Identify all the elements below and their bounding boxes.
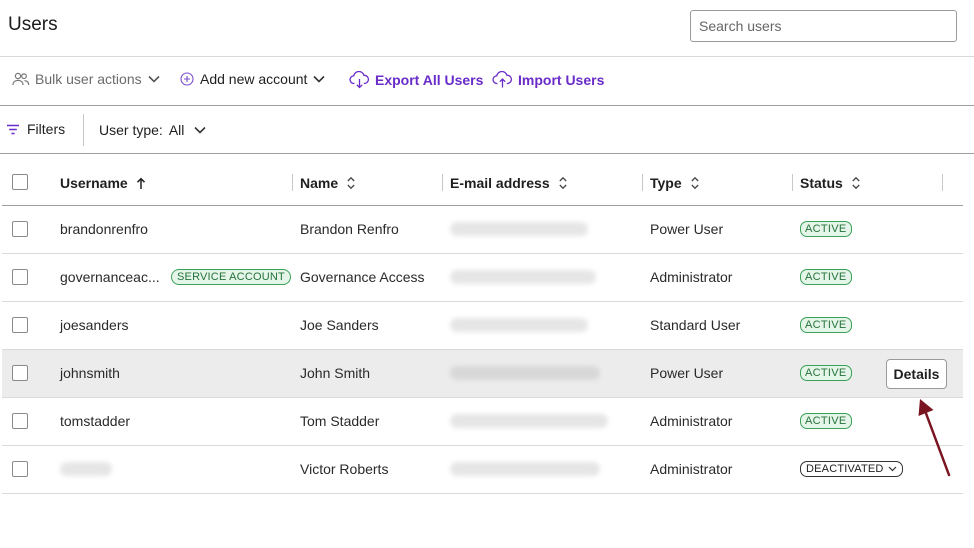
username-cell-redacted xyxy=(60,462,112,476)
table-row[interactable]: tomstadder Tom Stadder Administrator ACT… xyxy=(2,398,963,446)
column-header-name[interactable]: Name xyxy=(300,175,356,191)
column-separator xyxy=(942,174,943,191)
chevron-down-icon xyxy=(888,466,897,472)
name-cell: John Smith xyxy=(300,365,371,381)
column-separator xyxy=(642,174,643,191)
search-input[interactable] xyxy=(690,10,957,42)
filter-icon xyxy=(7,124,19,134)
user-type-label: User type: xyxy=(99,122,163,138)
row-checkbox[interactable] xyxy=(12,413,28,429)
user-type-dropdown[interactable]: User type: All xyxy=(99,122,207,138)
column-header-email[interactable]: E-mail address xyxy=(450,175,568,191)
row-checkbox[interactable] xyxy=(12,461,28,477)
column-label: E-mail address xyxy=(450,175,550,191)
name-cell: Brandon Renfro xyxy=(300,221,399,237)
email-cell-redacted xyxy=(450,318,588,332)
select-all-checkbox[interactable] xyxy=(12,174,28,190)
name-cell: Victor Roberts xyxy=(300,461,389,477)
table-row[interactable]: joesanders Joe Sanders Standard User ACT… xyxy=(2,302,963,350)
email-cell-redacted xyxy=(450,270,596,284)
sort-icon xyxy=(347,176,355,190)
row-checkbox[interactable] xyxy=(12,221,28,237)
column-header-status[interactable]: Status xyxy=(800,175,861,191)
column-label: Name xyxy=(300,175,339,191)
toolbar: Bulk user actions Add new account Export… xyxy=(0,57,974,106)
status-badge: ACTIVE xyxy=(800,221,852,237)
filters-button[interactable]: Filters xyxy=(6,121,65,137)
page-title: Users xyxy=(8,14,58,35)
type-cell: Power User xyxy=(650,365,724,381)
column-label: Status xyxy=(800,175,843,191)
name-cell: Tom Stadder xyxy=(300,413,380,429)
column-separator xyxy=(792,174,793,191)
export-all-users-label: Export All Users xyxy=(375,72,484,88)
plus-circle-icon xyxy=(180,72,194,86)
column-separator xyxy=(292,174,293,191)
bulk-user-actions-label: Bulk user actions xyxy=(35,71,142,87)
username-cell: governanceac... xyxy=(60,269,160,285)
status-badge: ACTIVE xyxy=(800,269,852,285)
import-users-label: Import Users xyxy=(518,72,605,88)
username-cell: brandonrenfro xyxy=(60,221,148,237)
column-label: Type xyxy=(650,175,682,191)
divider xyxy=(83,114,84,146)
chevron-down-icon xyxy=(148,75,160,83)
sort-icon xyxy=(690,176,699,190)
users-table: Username Name E-mail address Type Status… xyxy=(2,159,963,494)
column-label: Username xyxy=(60,175,128,191)
table-row[interactable]: governanceac... SERVICE ACCOUNT Governan… xyxy=(2,254,963,302)
column-header-username[interactable]: Username xyxy=(60,175,146,191)
username-cell: johnsmith xyxy=(60,365,120,381)
table-row[interactable]: brandonrenfro Brandon Renfro Power User … xyxy=(2,206,963,254)
type-cell: Administrator xyxy=(650,413,733,429)
row-checkbox[interactable] xyxy=(12,365,28,381)
sort-icon xyxy=(558,176,567,190)
type-cell: Administrator xyxy=(650,269,733,285)
add-new-account-label: Add new account xyxy=(200,71,308,87)
name-cell: Governance Access xyxy=(300,269,425,285)
name-cell: Joe Sanders xyxy=(300,317,379,333)
cloud-download-icon xyxy=(349,71,370,89)
column-header-type[interactable]: Type xyxy=(650,175,700,191)
page-header: Users xyxy=(0,0,974,57)
sort-icon xyxy=(852,176,860,190)
annotation-arrow-icon xyxy=(918,399,951,477)
add-new-account-button[interactable]: Add new account xyxy=(179,71,326,87)
status-badge: ACTIVE xyxy=(800,365,852,381)
table-row[interactable]: johnsmith John Smith Power User ACTIVE D… xyxy=(2,350,963,398)
status-dropdown[interactable]: DEACTIVATED xyxy=(800,461,903,477)
service-account-badge: SERVICE ACCOUNT xyxy=(171,269,291,285)
type-cell: Administrator xyxy=(650,461,733,477)
details-button[interactable]: Details xyxy=(886,359,947,389)
filters-label: Filters xyxy=(27,121,66,137)
table-header: Username Name E-mail address Type Status xyxy=(2,159,963,206)
chevron-down-icon xyxy=(313,75,325,83)
username-cell: joesanders xyxy=(60,317,129,333)
chevron-down-icon xyxy=(194,126,206,134)
email-cell-redacted xyxy=(450,222,588,236)
status-badge-label: DEACTIVATED xyxy=(806,463,884,475)
type-cell: Power User xyxy=(650,221,724,237)
sort-ascending-icon xyxy=(136,177,145,189)
user-type-value: All xyxy=(168,122,185,138)
status-badge: ACTIVE xyxy=(800,413,852,429)
filter-bar: Filters User type: All xyxy=(0,106,974,154)
email-cell-redacted xyxy=(450,462,600,476)
cloud-upload-icon xyxy=(492,71,513,88)
row-checkbox[interactable] xyxy=(12,317,28,333)
table-row[interactable]: Victor Roberts Administrator DEACTIVATED xyxy=(2,446,963,494)
type-cell: Standard User xyxy=(650,317,741,333)
row-checkbox[interactable] xyxy=(12,269,28,285)
export-all-users-link[interactable]: Export All Users xyxy=(349,71,483,89)
email-cell-redacted xyxy=(450,366,600,380)
email-cell-redacted xyxy=(450,414,608,428)
status-badge: ACTIVE xyxy=(800,317,852,333)
users-icon xyxy=(12,72,30,86)
column-separator xyxy=(442,174,443,191)
bulk-user-actions-button[interactable]: Bulk user actions xyxy=(12,71,161,87)
username-cell: tomstadder xyxy=(60,413,131,429)
import-users-link[interactable]: Import Users xyxy=(492,71,604,89)
